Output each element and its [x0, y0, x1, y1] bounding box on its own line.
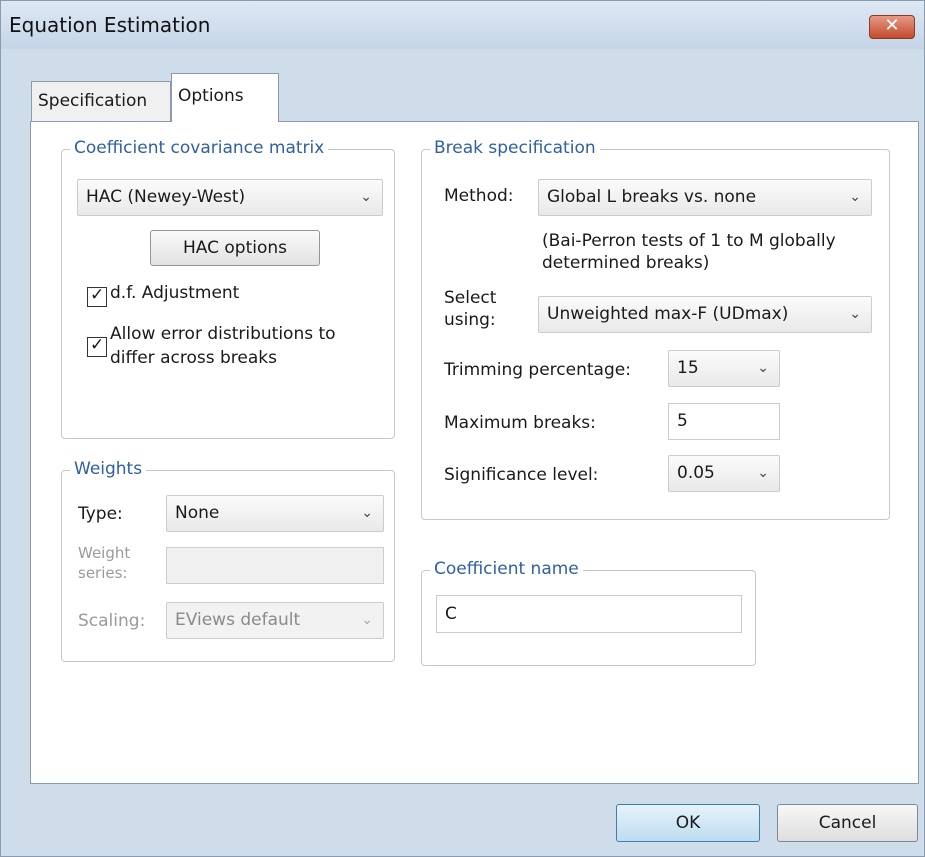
trimming-label: Trimming percentage:: [444, 360, 631, 380]
break-method-note-line2: determined breaks): [542, 253, 710, 273]
trimming-select[interactable]: 15 ⌄: [668, 350, 780, 387]
close-icon: ✕: [884, 15, 900, 36]
weight-series-input[interactable]: [166, 547, 384, 584]
chevron-down-icon: ⌄: [361, 612, 373, 628]
significance-value: 0.05: [677, 463, 715, 483]
covariance-group: Coefficient covariance matrix HAC (Newey…: [61, 138, 395, 439]
scaling-value: EViews default: [175, 610, 301, 630]
covariance-method-value: HAC (Newey-West): [86, 187, 246, 207]
df-adjustment-checkbox[interactable]: ✓: [87, 285, 107, 307]
chevron-down-icon: ⌄: [849, 189, 861, 205]
tab-options[interactable]: Options: [171, 73, 279, 122]
select-using-label-line1: Select: [444, 288, 497, 308]
weight-series-label-line2: series:: [78, 564, 128, 582]
break-spec-group-label: Break specification: [430, 138, 600, 158]
chevron-down-icon: ⌄: [757, 360, 769, 376]
title-bar: Equation Estimation ✕: [1, 1, 924, 49]
max-breaks-input[interactable]: 5: [668, 403, 780, 440]
weights-group-label: Weights: [70, 459, 147, 479]
df-adjustment-label: d.f. Adjustment: [110, 283, 240, 303]
scaling-select[interactable]: EViews default ⌄: [166, 602, 384, 639]
coefficient-name-group: Coefficient name C: [421, 559, 756, 666]
allow-error-label-line1: Allow error distributions to: [110, 324, 336, 344]
coef-name-group-label: Coefficient name: [430, 559, 583, 579]
weight-series-label-line1: Weight: [78, 544, 131, 562]
select-using-label-line2: using:: [444, 310, 496, 330]
window-title: Equation Estimation: [9, 13, 211, 37]
weights-type-label: Type:: [78, 504, 123, 524]
scaling-label: Scaling:: [78, 611, 146, 631]
break-method-select[interactable]: Global L breaks vs. none ⌄: [538, 179, 872, 216]
break-method-note-line1: (Bai-Perron tests of 1 to M globally: [542, 231, 836, 251]
ok-button[interactable]: OK: [616, 804, 760, 842]
weights-type-value: None: [175, 503, 220, 523]
covariance-method-select[interactable]: HAC (Newey-West) ⌄: [77, 179, 383, 216]
chevron-down-icon: ⌄: [361, 505, 373, 521]
checkmark-icon: ✓: [90, 335, 105, 355]
options-panel: Coefficient covariance matrix HAC (Newey…: [30, 121, 919, 784]
equation-estimation-dialog: Equation Estimation ✕ Specification Opti…: [0, 0, 925, 857]
chevron-down-icon: ⌄: [757, 465, 769, 481]
weights-type-select[interactable]: None ⌄: [166, 495, 384, 532]
break-specification-group: Break specification Method: Global L bre…: [421, 138, 890, 520]
select-using-select[interactable]: Unweighted max-F (UDmax) ⌄: [538, 296, 872, 333]
checkmark-icon: ✓: [90, 285, 105, 305]
break-method-value: Global L breaks vs. none: [547, 187, 757, 207]
hac-options-button[interactable]: HAC options: [150, 230, 320, 266]
max-breaks-label: Maximum breaks:: [444, 413, 596, 433]
significance-label: Significance level:: [444, 465, 599, 485]
cancel-button[interactable]: Cancel: [777, 804, 918, 842]
close-button[interactable]: ✕: [869, 15, 915, 39]
chevron-down-icon: ⌄: [849, 306, 861, 322]
significance-select[interactable]: 0.05 ⌄: [668, 455, 780, 492]
chevron-down-icon: ⌄: [360, 189, 372, 205]
allow-error-checkbox[interactable]: ✓: [87, 335, 107, 357]
weights-group: Weights Type: None ⌄ Weight series: Scal…: [61, 459, 395, 662]
tab-specification[interactable]: Specification: [31, 81, 171, 121]
covariance-group-label: Coefficient covariance matrix: [70, 138, 329, 158]
select-using-value: Unweighted max-F (UDmax): [547, 304, 789, 324]
allow-error-label-line2: differ across breaks: [110, 348, 277, 368]
trimming-value: 15: [677, 358, 699, 378]
break-method-label: Method:: [444, 186, 514, 206]
coefficient-name-input[interactable]: C: [436, 595, 742, 633]
